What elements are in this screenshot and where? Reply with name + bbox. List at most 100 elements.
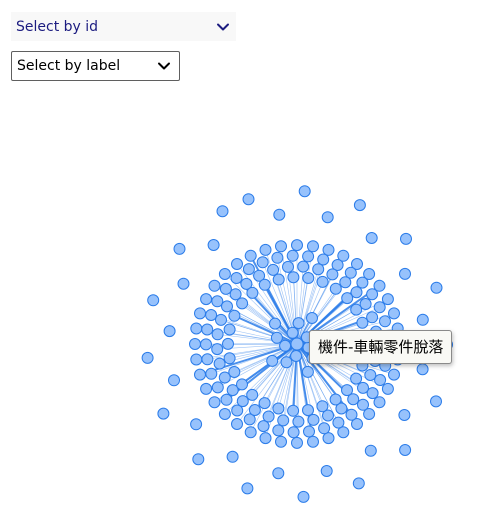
graph-node[interactable] — [291, 239, 303, 252]
graph-node[interactable] — [241, 482, 254, 495]
graph-node[interactable] — [168, 374, 180, 387]
graph-node[interactable] — [291, 436, 303, 449]
graph-node[interactable] — [211, 381, 224, 394]
graph-node[interactable] — [416, 313, 429, 326]
graph-node[interactable] — [236, 395, 249, 408]
graph-node[interactable] — [272, 467, 285, 480]
graph-node[interactable] — [157, 407, 170, 420]
graph-node[interactable] — [259, 243, 272, 256]
graph-node[interactable] — [341, 292, 354, 305]
graph-node[interactable] — [267, 263, 280, 276]
graph-node[interactable] — [400, 232, 412, 245]
graph-node[interactable] — [230, 272, 243, 284]
graph-node[interactable] — [430, 281, 443, 294]
graph-node[interactable] — [272, 273, 285, 286]
graph-node[interactable] — [218, 408, 231, 420]
graph-node[interactable] — [246, 388, 259, 401]
graph-node[interactable] — [275, 240, 287, 253]
graph-node[interactable] — [201, 353, 214, 366]
graph-node[interactable] — [332, 416, 345, 429]
graph-node[interactable] — [316, 400, 329, 413]
graph-node[interactable] — [341, 384, 353, 397]
graph-node[interactable] — [189, 338, 201, 350]
graph-node[interactable] — [262, 410, 275, 423]
graph-node[interactable] — [316, 275, 329, 288]
graph-node[interactable] — [211, 343, 224, 356]
graph-node[interactable] — [163, 325, 176, 338]
graph-node[interactable] — [366, 288, 379, 301]
graph-node[interactable] — [272, 424, 285, 437]
graph-node[interactable] — [177, 277, 190, 290]
graph-node[interactable] — [270, 331, 283, 344]
graph-node[interactable] — [219, 282, 232, 295]
graph-node[interactable] — [388, 368, 400, 381]
graph-node[interactable] — [236, 297, 249, 310]
graph-node[interactable] — [190, 353, 203, 366]
graph-node[interactable] — [208, 279, 221, 292]
graph-node[interactable] — [286, 326, 299, 339]
graph-node[interactable] — [287, 271, 300, 284]
graph-node[interactable] — [381, 293, 394, 306]
graph-node[interactable] — [277, 414, 290, 427]
graph-node[interactable] — [357, 398, 369, 411]
graph-node[interactable] — [221, 300, 233, 313]
graph-node[interactable] — [307, 435, 319, 448]
graph-node[interactable] — [388, 307, 400, 320]
graph-node[interactable] — [200, 293, 213, 306]
graph-node[interactable] — [302, 250, 315, 263]
graph-node[interactable] — [200, 382, 213, 395]
graph-node[interactable] — [297, 260, 310, 273]
graph-node[interactable] — [312, 263, 325, 276]
graph-node[interactable] — [205, 367, 218, 380]
graph-node[interactable] — [303, 425, 315, 438]
graph-node[interactable] — [430, 395, 442, 408]
graph-node[interactable] — [228, 309, 241, 322]
graph-node[interactable] — [218, 268, 231, 280]
graph-node[interactable] — [190, 322, 203, 335]
graph-node[interactable] — [399, 267, 411, 280]
graph-node[interactable] — [353, 199, 366, 212]
graph-node[interactable] — [282, 260, 294, 273]
graph-node[interactable] — [373, 301, 386, 314]
graph-node[interactable] — [211, 328, 224, 341]
graph-node[interactable] — [298, 185, 311, 198]
graph-node[interactable] — [302, 272, 315, 284]
graph-node[interactable] — [258, 397, 271, 410]
graph-node[interactable] — [287, 426, 300, 439]
graph-node[interactable] — [364, 369, 377, 381]
graph-node[interactable] — [258, 278, 271, 291]
graph-node[interactable] — [275, 435, 287, 448]
graph-node[interactable] — [266, 354, 279, 367]
graph-node[interactable] — [381, 382, 394, 395]
graph-node[interactable] — [364, 444, 377, 457]
graph-node[interactable] — [398, 409, 411, 421]
graph-node[interactable] — [297, 490, 310, 503]
graph-node[interactable] — [301, 365, 314, 378]
graph-node[interactable] — [339, 276, 352, 289]
graph-node[interactable] — [365, 232, 378, 244]
graph-node[interactable] — [216, 205, 229, 218]
graph-node[interactable] — [192, 453, 205, 466]
graph-node[interactable] — [246, 286, 259, 299]
graph-node[interactable] — [201, 323, 214, 336]
graph-node[interactable] — [350, 372, 363, 385]
graph-node[interactable] — [222, 337, 234, 350]
graph-node[interactable] — [279, 339, 292, 352]
graph-node[interactable] — [223, 323, 236, 336]
graph-node[interactable] — [356, 276, 369, 289]
graph-node[interactable] — [318, 422, 331, 435]
graph-node[interactable] — [287, 404, 300, 417]
graph-node[interactable] — [256, 256, 269, 269]
select-by-id-dropdown[interactable]: Select by id — [11, 12, 236, 41]
graph-node[interactable] — [213, 357, 226, 370]
graph-node[interactable] — [356, 316, 369, 329]
graph-node[interactable] — [286, 249, 299, 262]
graph-node[interactable] — [280, 356, 293, 369]
graph-node[interactable] — [307, 413, 320, 426]
graph-node[interactable] — [215, 313, 227, 326]
graph-node[interactable] — [242, 263, 255, 276]
graph-node[interactable] — [329, 282, 342, 295]
graph-node[interactable] — [366, 311, 379, 324]
graph-node[interactable] — [231, 418, 243, 430]
graph-node[interactable] — [223, 352, 236, 365]
